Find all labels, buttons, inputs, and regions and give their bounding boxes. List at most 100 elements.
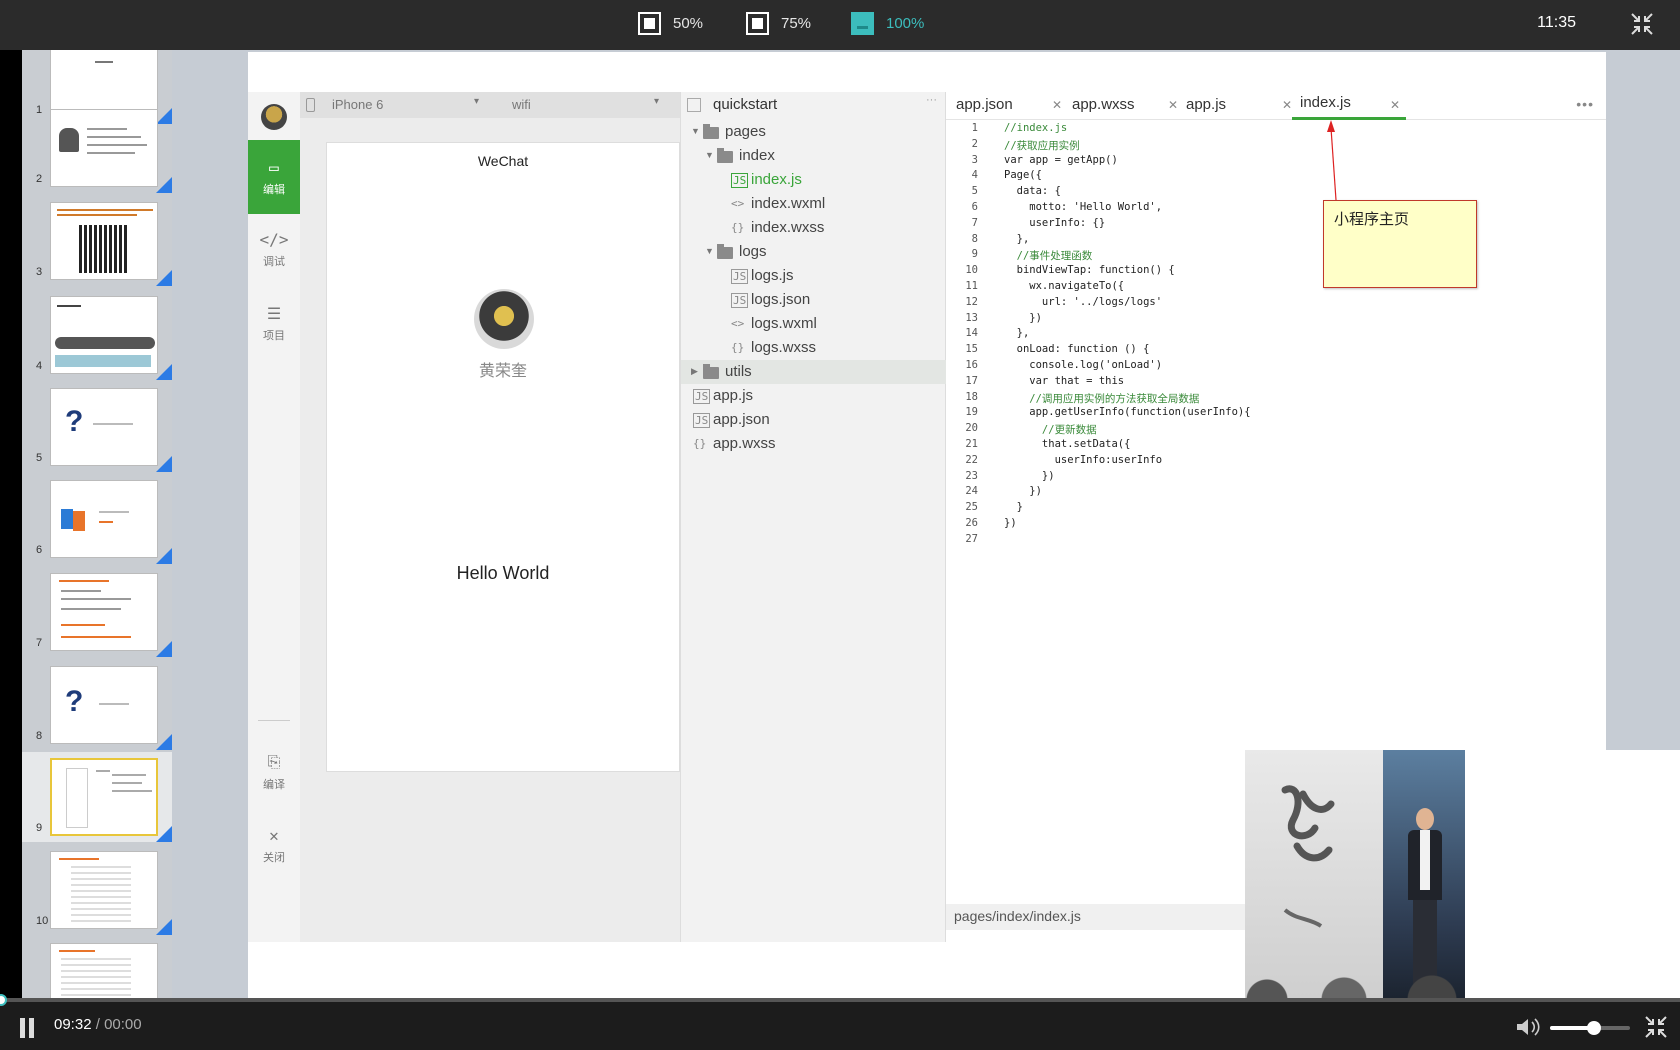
- close-tab-icon[interactable]: ✕: [1282, 98, 1292, 112]
- line-number: 26: [965, 517, 978, 529]
- line-number: 1: [971, 122, 978, 134]
- pause-button[interactable]: [18, 1018, 36, 1038]
- code-text: }): [1004, 469, 1055, 482]
- toolbar-divider: [258, 720, 290, 721]
- tree-file-logs-json[interactable]: JS logs.json: [681, 288, 947, 312]
- tree-label: app.wxss: [713, 435, 776, 452]
- close-tab-icon[interactable]: ✕: [1390, 98, 1400, 112]
- volume-icon[interactable]: [1515, 1016, 1541, 1038]
- thumbnail-2[interactable]: 2: [22, 103, 172, 193]
- code-line: 15 onLoad: function () {: [946, 343, 1606, 359]
- close-tab-icon[interactable]: ✕: [1052, 98, 1062, 112]
- tab-app-json[interactable]: app.json ✕: [956, 92, 1066, 120]
- thumbnail-8[interactable]: ? 8: [22, 660, 172, 750]
- network-select[interactable]: wifi: [512, 97, 531, 112]
- code-line: 14 },: [946, 327, 1606, 343]
- tree-file-app-js[interactable]: JS app.js: [681, 384, 947, 408]
- thumbnail-11-partial[interactable]: [22, 937, 172, 998]
- zoom-frame-icon: [746, 11, 769, 35]
- compress-icon[interactable]: [1630, 12, 1654, 36]
- zoom-75-button[interactable]: 75%: [746, 10, 811, 36]
- thumbnail-number: 3: [36, 266, 43, 278]
- speaker-video[interactable]: [1245, 750, 1465, 998]
- tab-label: app.json: [956, 96, 1013, 113]
- line-number: 13: [965, 311, 978, 324]
- tree-file-app-wxss[interactable]: {} app.wxss: [681, 432, 947, 456]
- thumbnail-preview: ?: [50, 666, 158, 744]
- volume-knob[interactable]: [1587, 1021, 1601, 1035]
- device-select[interactable]: iPhone 6: [332, 97, 383, 112]
- thumbnail-7[interactable]: 7: [22, 567, 172, 657]
- close-tool[interactable]: ✕ 关闭: [248, 814, 300, 874]
- tree-label: app.json: [713, 411, 770, 428]
- line-number: 2: [971, 137, 978, 150]
- zoom-100-label: 100%: [886, 14, 925, 32]
- thumbnail-5[interactable]: ? 5: [22, 382, 172, 472]
- thumbnail-6[interactable]: 6: [22, 474, 172, 564]
- volume-slider[interactable]: [1550, 1021, 1630, 1035]
- js-file-icon: JS: [731, 269, 749, 284]
- thumbnail-4[interactable]: 4: [22, 290, 172, 380]
- zoom-100-button[interactable]: 100%: [851, 10, 924, 36]
- project-tool[interactable]: ☰ 项目: [248, 292, 300, 352]
- editor-tabs: app.json ✕ app.wxss ✕ app.js ✕ index.js …: [946, 92, 1606, 120]
- code-line: 16 console.log('onLoad'): [946, 359, 1606, 375]
- thumbnail-9[interactable]: 9: [22, 752, 172, 842]
- thumbnail-preview: [50, 296, 158, 374]
- code-line: 23 }): [946, 470, 1606, 486]
- tree-label: logs.js: [751, 267, 794, 284]
- folder-icon: [703, 364, 719, 379]
- zoom-frame-icon: [638, 11, 661, 35]
- tree-file-index-js[interactable]: JS index.js: [681, 168, 947, 192]
- style-file-icon: {}: [693, 437, 707, 450]
- code-text: that.setData({: [1004, 438, 1131, 450]
- chevron-down-icon: ▾: [474, 96, 480, 107]
- line-number: 4: [971, 169, 978, 182]
- code-text: onLoad: function () {: [1004, 343, 1150, 356]
- tree-file-app-json[interactable]: JS app.json: [681, 408, 947, 432]
- thumbnail-3[interactable]: 3: [22, 196, 172, 286]
- tab-label: index.js: [1300, 94, 1351, 111]
- js-file-icon: JS: [731, 173, 749, 188]
- progress-bar[interactable]: [0, 994, 1680, 1006]
- more-icon[interactable]: •••: [1576, 96, 1594, 112]
- tree-label: index.wxml: [751, 195, 826, 212]
- code-text: url: '../logs/logs': [1004, 295, 1163, 308]
- phone-icon: [306, 98, 315, 112]
- top-bar: 50% 75% 100% 11:35: [0, 0, 1680, 50]
- debug-tool[interactable]: </> 调试: [248, 218, 300, 278]
- zoom-50-button[interactable]: 50%: [638, 10, 703, 36]
- line-number: 25: [965, 501, 978, 514]
- slide-thumbnails: 1 2 3 4 ? 5 6 7 ? 8 9 10: [22, 50, 172, 998]
- code-text: userInfo: {}: [1004, 216, 1106, 229]
- code-text: //获取应用实例: [1004, 139, 1080, 152]
- thumbnail-number: 5: [36, 452, 43, 464]
- code-text: var that = this: [1004, 374, 1125, 387]
- tree-file-logs-wxml[interactable]: <> logs.wxml: [681, 312, 947, 336]
- close-tab-icon[interactable]: ✕: [1168, 98, 1178, 112]
- callout-note: 小程序主页: [1323, 200, 1477, 288]
- avatar[interactable]: [261, 104, 287, 130]
- time-display: 09:32 / 00:00: [54, 1016, 142, 1033]
- tree-folder-index[interactable]: ▼ index: [681, 144, 947, 168]
- tree-folder-logs[interactable]: ▼ logs: [681, 240, 947, 264]
- more-icon[interactable]: ···: [926, 94, 937, 106]
- user-avatar[interactable]: [474, 289, 534, 349]
- tab-app-wxss[interactable]: app.wxss ✕: [1072, 92, 1182, 120]
- progress-knob[interactable]: [0, 994, 7, 1006]
- tree-folder-utils[interactable]: ▶ utils: [681, 360, 947, 384]
- tree-folder-pages[interactable]: ▼ pages: [681, 120, 947, 144]
- tree-file-index-wxml[interactable]: <> index.wxml: [681, 192, 947, 216]
- project-label: 项目: [263, 330, 285, 342]
- code-text: motto: 'Hello World',: [1004, 201, 1163, 213]
- tree-file-logs-js[interactable]: JS logs.js: [681, 264, 947, 288]
- simulator-toolbar: iPhone 6 ▾ wifi ▾: [300, 92, 680, 118]
- compress-icon[interactable]: [1644, 1015, 1668, 1039]
- compile-tool[interactable]: ⎘ 编译: [248, 740, 300, 800]
- tab-index-js[interactable]: index.js ✕: [1292, 92, 1406, 120]
- edit-tool[interactable]: ▭ 编辑: [248, 140, 300, 214]
- thumbnail-10[interactable]: 10: [22, 845, 172, 935]
- tree-file-logs-wxss[interactable]: {} logs.wxss: [681, 336, 947, 360]
- tab-app-js[interactable]: app.js ✕: [1186, 92, 1296, 120]
- tree-file-index-wxss[interactable]: {} index.wxss: [681, 216, 947, 240]
